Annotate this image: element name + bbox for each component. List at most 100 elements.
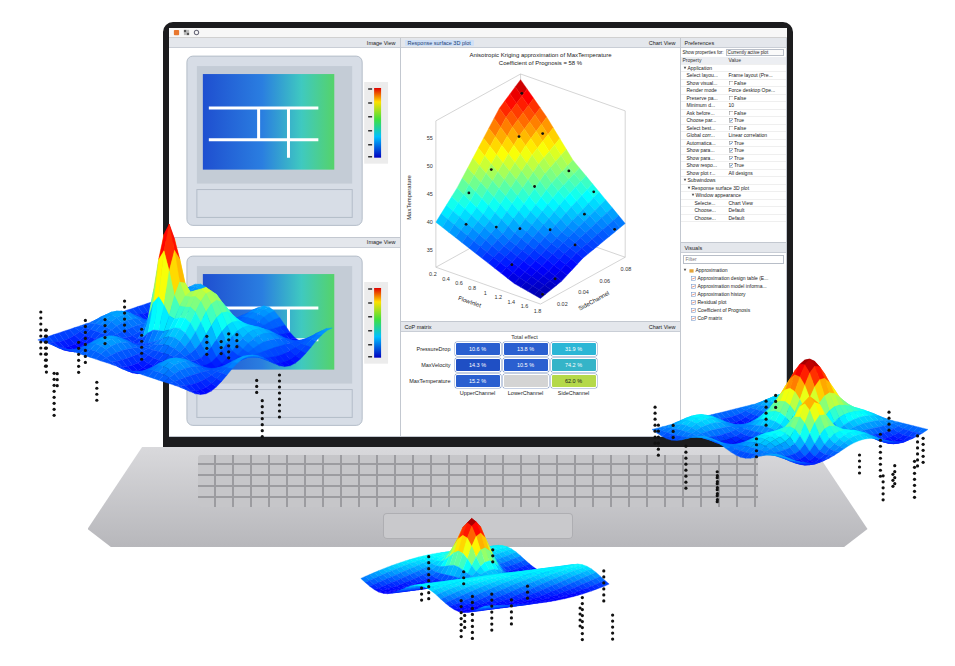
visuals-item[interactable]: Coefficient of Prognosis — [681, 306, 786, 314]
property-row[interactable]: Ask before...False — [681, 110, 786, 118]
cop-cell[interactable]: 31.9 % — [551, 342, 597, 356]
expand-arrow-icon[interactable] — [683, 66, 687, 70]
design-point[interactable] — [541, 293, 544, 296]
property-value[interactable]: True — [729, 147, 784, 153]
property-row[interactable]: Choose...Default — [681, 215, 786, 223]
property-row[interactable]: Choose par...True — [681, 117, 786, 125]
property-row[interactable]: Automatica...True — [681, 140, 786, 148]
design-point[interactable] — [533, 185, 536, 188]
settings-icon[interactable] — [193, 29, 200, 36]
property-row[interactable]: Show para...True — [681, 147, 786, 155]
property-row[interactable]: Subwindows — [681, 177, 786, 185]
property-row[interactable]: Application — [681, 65, 786, 73]
pane-title[interactable]: Image View — [367, 40, 396, 46]
property-row[interactable]: Global corr...Linear correlation — [681, 132, 786, 140]
expand-arrow-icon[interactable] — [683, 268, 687, 272]
visuals-item[interactable]: Approximation history — [681, 290, 786, 298]
cop-cell[interactable]: 14.3 % — [455, 358, 501, 372]
pane-title[interactable]: Image View — [367, 239, 396, 245]
cop-cell[interactable]: 10.5 % — [503, 358, 549, 372]
checkbox-icon[interactable] — [729, 156, 734, 161]
property-value[interactable]: Linear correlation — [729, 132, 784, 138]
filter-field[interactable]: Filter — [683, 255, 784, 264]
design-point[interactable] — [592, 190, 595, 193]
property-value[interactable]: Frame layout (Pre... — [729, 72, 784, 78]
expand-arrow-icon[interactable] — [683, 178, 687, 182]
expand-arrow-icon[interactable] — [687, 186, 691, 190]
property-value[interactable]: True — [729, 140, 784, 146]
design-point[interactable] — [467, 192, 470, 195]
design-point[interactable] — [573, 244, 576, 247]
cop-cell[interactable]: 10.6 % — [455, 342, 501, 356]
checkbox-icon[interactable] — [729, 118, 734, 123]
design-point[interactable] — [518, 227, 521, 230]
design-point[interactable] — [553, 277, 556, 280]
expand-arrow-icon[interactable] — [691, 193, 695, 197]
property-value[interactable]: False — [729, 110, 784, 116]
design-point[interactable] — [583, 213, 586, 216]
property-row[interactable]: Selecte...Chart View — [681, 200, 786, 208]
group-label[interactable]: Window appearance — [683, 192, 784, 198]
property-value[interactable]: True — [729, 162, 784, 168]
design-point[interactable] — [613, 228, 616, 231]
property-row[interactable]: Show plot r...All designs — [681, 170, 786, 178]
pane-tab[interactable]: Chart View — [649, 40, 676, 46]
design-point[interactable] — [548, 228, 551, 231]
property-row[interactable]: Window appearance — [681, 192, 786, 200]
group-label[interactable]: Response surface 3D plot — [683, 185, 784, 191]
response-surface-chart[interactable]: Anisotropic Kriging approximation of Max… — [401, 48, 680, 321]
grid-icon[interactable] — [183, 29, 190, 36]
checkbox-icon[interactable] — [729, 111, 734, 116]
checkbox-icon[interactable] — [729, 81, 734, 86]
property-row[interactable]: Show respo...True — [681, 162, 786, 170]
property-value[interactable]: False — [729, 125, 784, 131]
property-value[interactable]: 10 — [729, 102, 784, 108]
visuals-item[interactable]: Approximation model informa... — [681, 282, 786, 290]
property-row[interactable]: Choose...Default — [681, 207, 786, 215]
checkbox-icon[interactable] — [729, 96, 734, 101]
pane-tab[interactable]: Response surface 3D plot — [405, 40, 474, 46]
design-point[interactable] — [567, 170, 570, 173]
cop-cell[interactable]: 74.2 % — [551, 358, 597, 372]
visuals-item[interactable]: Residual plot — [681, 298, 786, 306]
property-value[interactable]: Chart View — [729, 200, 784, 206]
property-row[interactable]: Response surface 3D plot — [681, 185, 786, 193]
property-value[interactable]: False — [729, 80, 784, 86]
property-row[interactable]: Select layou...Frame layout (Pre... — [681, 72, 786, 80]
property-row[interactable]: Render modeForce desktop Ope... — [681, 87, 786, 95]
design-point[interactable] — [517, 135, 520, 138]
property-row[interactable]: Show visual...False — [681, 80, 786, 88]
property-value[interactable]: False — [729, 95, 784, 101]
property-value[interactable]: True — [729, 155, 784, 161]
pane-tab[interactable]: Chart View — [649, 324, 676, 330]
checkbox-icon[interactable] — [729, 163, 734, 168]
group-label[interactable]: Application — [683, 65, 784, 71]
pane-title[interactable]: CoP matrix — [405, 324, 432, 330]
visuals-item[interactable]: CoP matrix — [681, 314, 786, 322]
cop-cell[interactable] — [503, 374, 549, 388]
app-logo-icon[interactable] — [173, 29, 180, 36]
design-point[interactable] — [520, 92, 523, 95]
cop-cell[interactable]: 13.8 % — [503, 342, 549, 356]
group-label[interactable]: Subwindows — [683, 177, 784, 183]
property-row[interactable]: Minimum d...10 — [681, 102, 786, 110]
checkbox-icon[interactable] — [729, 148, 734, 153]
design-point[interactable] — [510, 263, 513, 266]
property-row[interactable]: Select best...False — [681, 125, 786, 133]
property-value[interactable]: All designs — [729, 170, 784, 176]
design-point[interactable] — [541, 132, 544, 135]
property-value[interactable]: Default — [729, 215, 784, 221]
property-value[interactable]: Force desktop Ope... — [729, 87, 784, 93]
design-point[interactable] — [494, 226, 497, 229]
property-row[interactable]: Preserve pa...False — [681, 95, 786, 103]
visuals-group[interactable]: Approximation — [681, 266, 786, 274]
property-value[interactable]: Default — [729, 207, 784, 213]
visuals-item[interactable]: Approximation design table (E... — [681, 274, 786, 282]
design-point[interactable] — [489, 168, 492, 171]
cop-cell[interactable]: 62.0 % — [551, 374, 597, 388]
checkbox-icon[interactable] — [729, 141, 734, 146]
property-row[interactable]: Show para...True — [681, 155, 786, 163]
checkbox-icon[interactable] — [729, 126, 734, 131]
show-properties-dropdown[interactable]: Currently active plot — [726, 49, 784, 56]
design-point[interactable] — [464, 223, 467, 226]
